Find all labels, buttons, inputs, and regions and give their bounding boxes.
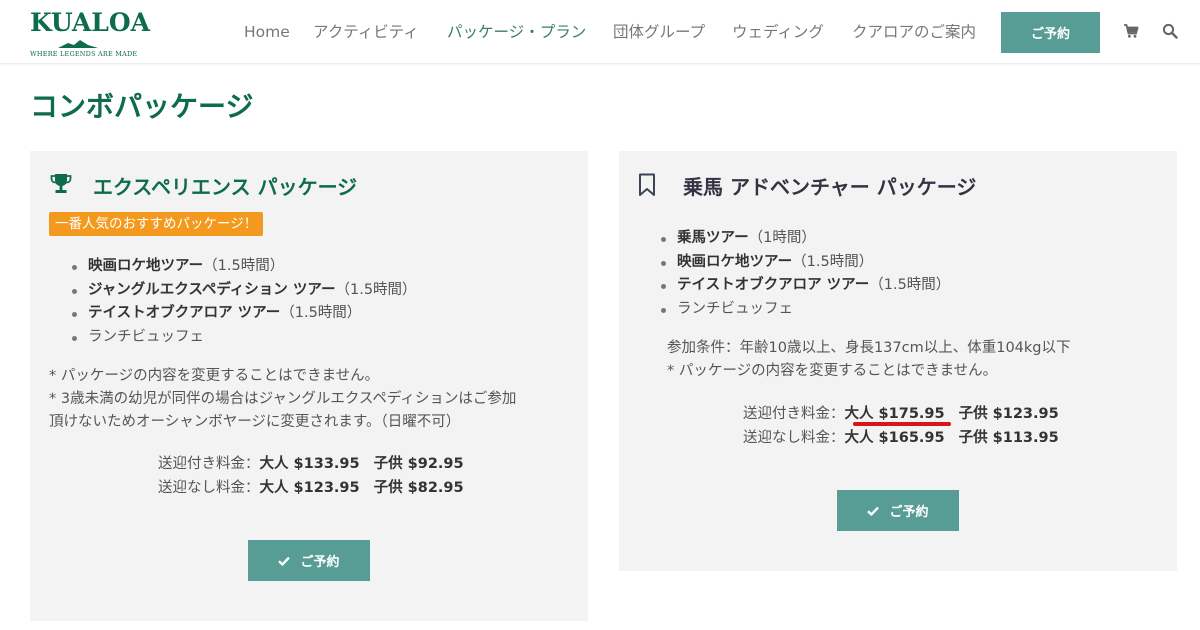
item-name: ジャングルエクスペディション ツアー (88, 281, 336, 298)
item-detail: （1.5時間） (203, 258, 285, 274)
package-items-list: 映画ロケ地ツアー（1.5時間） ジャングルエクスペディション ツアー（1.5時間… (68, 255, 417, 349)
list-item: 映画ロケ地ツアー（1.5時間） (657, 251, 950, 275)
price-row-with-transfer: 送迎付き料金：大人 $133.95 子供 $92.95 (158, 453, 464, 477)
item-detail: （1.5時間） (792, 253, 874, 270)
price-label: 送迎なし料金： (743, 429, 845, 446)
price-label: 送迎付き料金： (743, 406, 845, 422)
adult-price: 大人 $165.95 (844, 429, 945, 446)
bookmark-icon (639, 173, 655, 196)
item-detail: （1時間） (748, 230, 816, 246)
price-row-without-transfer: 送迎なし料金：大人 $165.95 子供 $113.95 (743, 427, 1059, 451)
logo-wordmark: KUALOA (30, 8, 151, 37)
child-price: 子供 $113.95 (958, 429, 1059, 446)
item-name: 映画ロケ地ツアー (677, 253, 793, 270)
price-block: 送迎付き料金：大人 $133.95 子供 $92.95 送迎なし料金：大人 $12… (158, 453, 464, 500)
package-items-list: 乗馬ツアー（1時間） 映画ロケ地ツアー（1.5時間） テイストオブクアロア ツア… (657, 227, 950, 321)
item-detail: （1.5時間） (335, 281, 417, 298)
note-text: 頂けないためオーシャンボヤージに変更されます。（日曜不可） (49, 414, 461, 430)
list-item: ランチビュッフェ (68, 326, 417, 350)
list-item: ジャングルエクスペディション ツアー（1.5時間） (68, 279, 417, 303)
price-row-without-transfer: 送迎なし料金：大人 $123.95 子供 $82.95 (158, 477, 464, 501)
list-item: ランチビュッフェ (657, 298, 950, 322)
item-detail: ランチビュッフェ (88, 328, 204, 345)
child-price: 子供 $92.95 (373, 456, 464, 472)
card-title: エクスペリエンス パッケージ (93, 175, 358, 199)
participation-conditions: 参加条件：年齢10歳以上、身長137cm以上、体重104kg以下 (667, 340, 1071, 356)
nav-item-packages[interactable]: パッケージ・プラン (447, 21, 586, 43)
item-name: 乗馬ツアー (677, 230, 749, 246)
price-label: 送迎なし料金： (158, 479, 260, 496)
note-text: * パッケージの内容を変更することはできません。 (49, 368, 380, 384)
child-price: 子供 $82.95 (373, 479, 464, 496)
logo-tagline: WHERE LEGENDS ARE MADE (30, 50, 138, 58)
note-text: * パッケージの内容を変更することはできません。 (667, 363, 998, 379)
search-icon[interactable] (1162, 23, 1178, 39)
item-name: 映画ロケ地ツアー (88, 258, 204, 274)
nav-item-groups[interactable]: 団体グループ (613, 21, 705, 43)
item-detail: （1.5時間） (280, 305, 362, 321)
mountain-icon (58, 40, 98, 48)
cart-icon[interactable] (1123, 23, 1139, 39)
page-title: コンボパッケージ (30, 90, 254, 123)
adult-price: 大人 $175.95 (844, 406, 945, 422)
site-header: KUALOA WHERE LEGENDS ARE MADE Home アクティビ… (0, 0, 1200, 64)
item-name: テイストオブクアロア ツアー (677, 277, 870, 293)
item-name: テイストオブクアロア ツアー (88, 305, 281, 321)
package-card-horseback: 乗馬 アドベンチャー パッケージ 乗馬ツアー（1時間） 映画ロケ地ツアー（1.5… (619, 151, 1177, 571)
list-item: テイストオブクアロア ツアー（1.5時間） (68, 302, 417, 326)
item-detail: ランチビュッフェ (677, 300, 793, 317)
nav-item-about[interactable]: クアロアのご案内 (852, 21, 976, 43)
kualoa-logo[interactable]: KUALOA WHERE LEGENDS ARE MADE (28, 6, 150, 58)
recommended-badge: 一番人気のおすすめパッケージ！ (49, 212, 264, 236)
package-card-experience: エクスペリエンス パッケージ 一番人気のおすすめパッケージ！ 映画ロケ地ツアー（… (30, 151, 588, 621)
list-item: 映画ロケ地ツアー（1.5時間） (68, 255, 417, 279)
nav-item-wedding[interactable]: ウェディング (732, 21, 824, 43)
card-title: 乗馬 アドベンチャー パッケージ (683, 175, 977, 199)
price-label: 送迎付き料金： (158, 456, 260, 472)
check-icon (278, 556, 291, 566)
child-price: 子供 $123.95 (958, 406, 1059, 422)
trophy-icon (50, 174, 72, 193)
price-block: 送迎付き料金：大人 $175.95 子供 $123.95 送迎なし料金：大人 $1… (743, 403, 1059, 450)
book-button[interactable]: ご予約 (248, 540, 370, 581)
book-button-label: ご予約 (300, 555, 340, 570)
check-icon (867, 506, 880, 516)
list-item: 乗馬ツアー（1時間） (657, 227, 950, 251)
red-underline-annotation (853, 422, 951, 426)
adult-price: 大人 $133.95 (259, 456, 360, 472)
note-text: * 3歳未満の幼児が同伴の場合はジャングルエクスペディションはご参加 (49, 391, 517, 407)
book-button-label: ご予約 (889, 505, 929, 520)
adult-price: 大人 $123.95 (259, 479, 360, 496)
item-detail: （1.5時間） (869, 277, 951, 293)
nav-item-activities[interactable]: アクティビティ (313, 21, 419, 43)
book-button[interactable]: ご予約 (837, 490, 959, 531)
nav-item-home[interactable]: Home (244, 21, 290, 43)
list-item: テイストオブクアロア ツアー（1.5時間） (657, 274, 950, 298)
header-reserve-button[interactable]: ご予約 (1001, 12, 1100, 53)
